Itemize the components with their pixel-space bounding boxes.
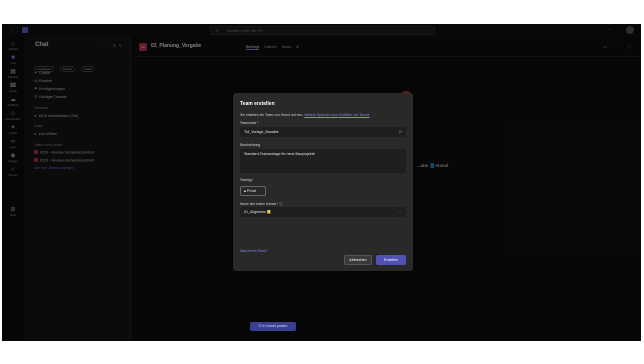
create-team-dialog: Team erstellen Sie erstellen ein Team vo… xyxy=(233,93,413,271)
team-name-field[interactable]: TM_Vorlage_Bauakte ⊙ xyxy=(240,127,406,137)
team-name-label: Teamname * xyxy=(240,121,259,125)
description-field[interactable]: Standard-Teamvorlage für neue Bauprojekt… xyxy=(240,149,406,173)
first-channel-field[interactable]: 01_Allgemein 📒 ··· xyxy=(240,207,406,217)
description-label: Beschreibung xyxy=(240,143,261,147)
first-channel-label-text: Name des ersten Kanals * xyxy=(240,202,279,206)
team-name-value: TM_Vorlage_Bauakte xyxy=(244,130,279,134)
what-is-team-link[interactable]: Was ist ein Team? xyxy=(240,249,268,253)
team-type-value: Privat xyxy=(246,189,257,193)
dialog-desc-text: Sie erstellen ein Team von Grund auf neu… xyxy=(240,113,304,117)
more-icon[interactable]: ··· xyxy=(398,207,402,217)
first-channel-value: 01_Allgemein 📒 xyxy=(244,210,272,214)
info-icon[interactable]: ⓘ xyxy=(279,202,282,206)
more-options-link[interactable]: Weitere Optionen zum Erstellen von Teams xyxy=(304,113,369,117)
create-button[interactable]: Erstellen xyxy=(376,255,406,265)
cancel-button[interactable]: Abbrechen xyxy=(344,255,372,265)
new-post-button[interactable]: ⊡ In Kanal posten xyxy=(250,322,296,331)
lock-icon: 🔒︎ xyxy=(244,189,246,193)
dialog-title: Team erstellen xyxy=(240,101,275,107)
dialog-description: Sie erstellen ein Team von Grund auf neu… xyxy=(240,113,369,117)
first-channel-label: Name des ersten Kanals * ⓘ xyxy=(240,201,283,206)
check-icon: ⊙ xyxy=(398,129,402,134)
new-post-label: In Kanal posten xyxy=(262,324,288,328)
team-type-button[interactable]: 🔒︎ Privat xyxy=(240,186,266,196)
team-type-label: Teamtyp xyxy=(240,178,253,182)
description-value: Standard-Teamvorlage für neue Bauprojekt… xyxy=(244,152,315,156)
